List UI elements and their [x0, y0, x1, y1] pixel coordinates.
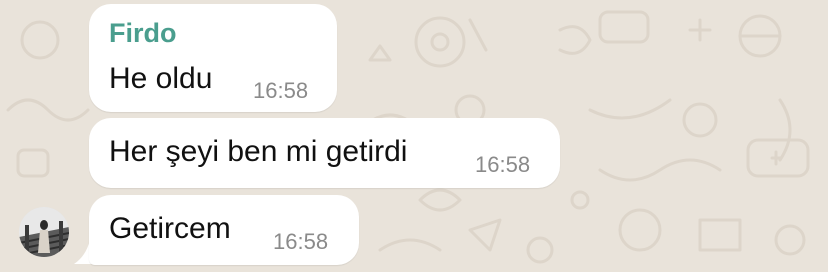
message-bubble-1[interactable]: Firdo He oldu 16:58 [89, 4, 337, 112]
message-bubble-3[interactable]: Getircem 16:58 [89, 195, 359, 265]
contact-avatar-icon[interactable] [19, 207, 69, 257]
message-time: 16:58 [253, 78, 309, 103]
message-text: Getircem [109, 212, 231, 245]
message-text: Her şeyi ben mi getirdi [109, 135, 408, 168]
message-time: 16:58 [273, 229, 329, 254]
message-bubble-2[interactable]: Her şeyi ben mi getirdi 16:58 [89, 118, 560, 188]
sender-name[interactable]: Firdo [109, 18, 177, 49]
message-text: He oldu [109, 62, 213, 95]
message-time: 16:58 [475, 152, 531, 177]
